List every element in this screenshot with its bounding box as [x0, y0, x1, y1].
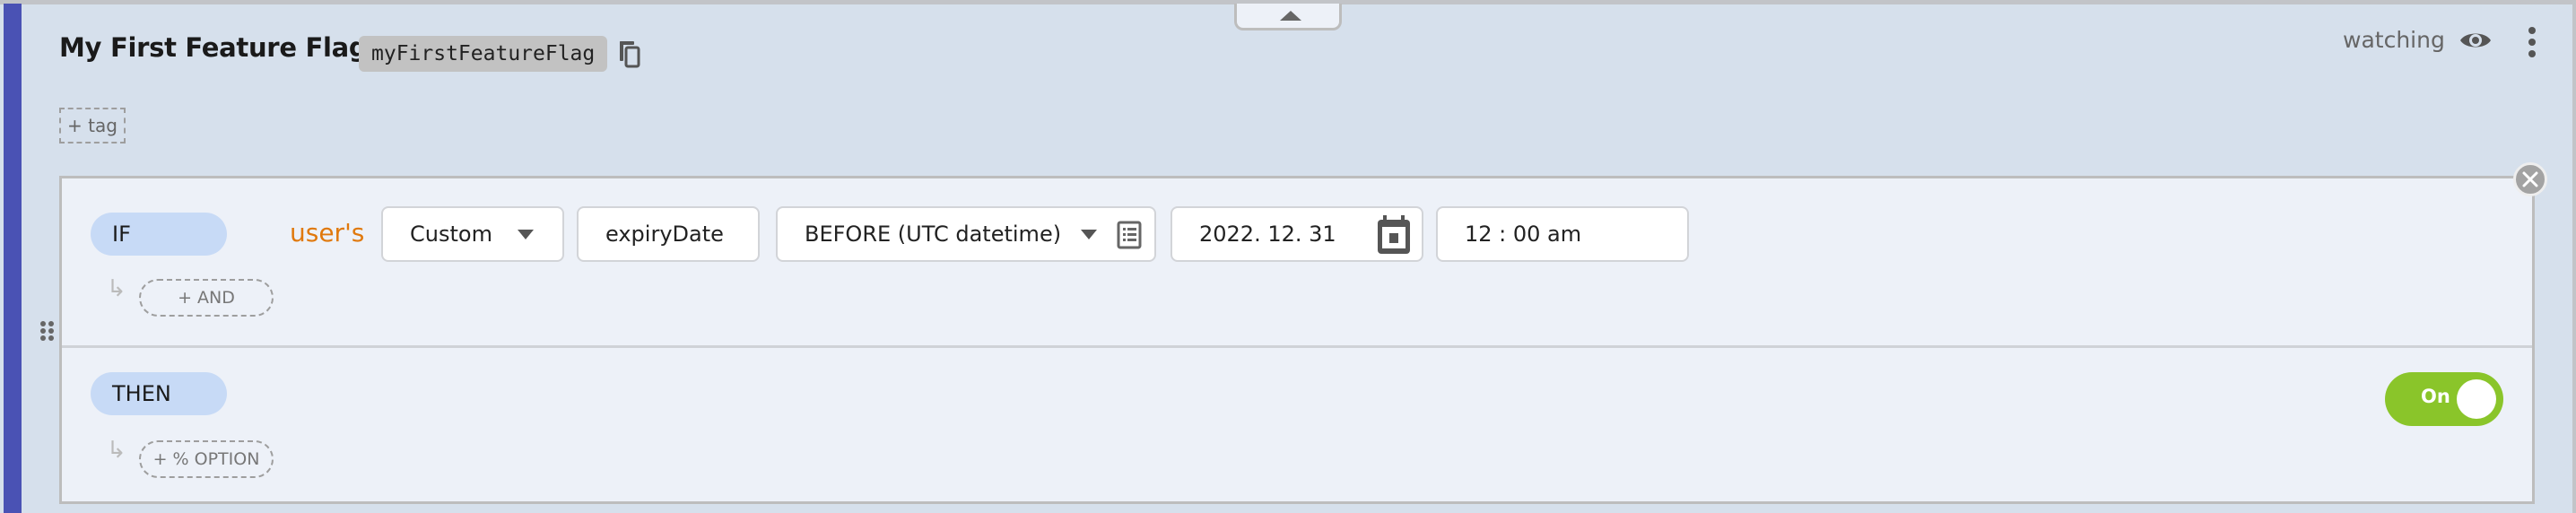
eye-icon[interactable]	[2459, 30, 2492, 51]
attribute-type-select[interactable]: Custom	[381, 206, 564, 262]
collapse-button[interactable]	[1234, 4, 1342, 30]
watch-status[interactable]: watching	[2343, 27, 2445, 53]
drag-handle-icon[interactable]	[39, 320, 56, 342]
sub-arrow-icon: ↳	[107, 275, 126, 302]
rule-divider	[62, 345, 2532, 348]
time-input[interactable]: 12 : 00 am	[1436, 206, 1689, 262]
calendar-icon[interactable]	[1375, 215, 1413, 255]
operator-select[interactable]: BEFORE (UTC datetime)	[776, 206, 1156, 262]
add-percent-option-button[interactable]: + % OPTION	[139, 440, 274, 478]
date-value: 2022. 12. 31	[1199, 222, 1336, 247]
chevron-down-icon	[1081, 230, 1097, 239]
flag-key-chip: myFirstFeatureFlag	[359, 36, 608, 72]
toggle-knob	[2457, 379, 2496, 419]
kebab-menu-icon[interactable]	[2524, 27, 2540, 57]
serve-value-toggle[interactable]: On	[2385, 372, 2503, 426]
copy-icon[interactable]	[619, 39, 640, 68]
attribute-type-value: Custom	[410, 222, 492, 247]
subject-label: user's	[290, 218, 365, 248]
add-and-button[interactable]: + AND	[139, 279, 274, 317]
list-icon[interactable]	[1117, 221, 1142, 249]
date-input[interactable]: 2022. 12. 31	[1171, 206, 1423, 262]
operator-value: BEFORE (UTC datetime)	[805, 222, 1062, 247]
add-tag-button[interactable]: + tag	[59, 108, 126, 143]
close-icon	[2522, 171, 2538, 187]
chevron-up-icon	[1280, 11, 1301, 21]
then-label: THEN	[91, 372, 227, 415]
if-label: IF	[91, 213, 227, 256]
feature-flag-accent-bar	[4, 4, 22, 513]
sub-arrow-icon: ↳	[107, 437, 126, 464]
attribute-name-input[interactable]: expiryDate	[577, 206, 760, 262]
right-border	[2572, 4, 2576, 513]
targeting-rule: IF user's Custom expiryDate BEFORE (UTC …	[59, 176, 2535, 504]
feature-flag-title: My First Feature Flag	[59, 32, 368, 63]
toggle-label: On	[2421, 386, 2450, 407]
chevron-down-icon	[518, 230, 534, 239]
delete-rule-button[interactable]	[2513, 162, 2547, 196]
